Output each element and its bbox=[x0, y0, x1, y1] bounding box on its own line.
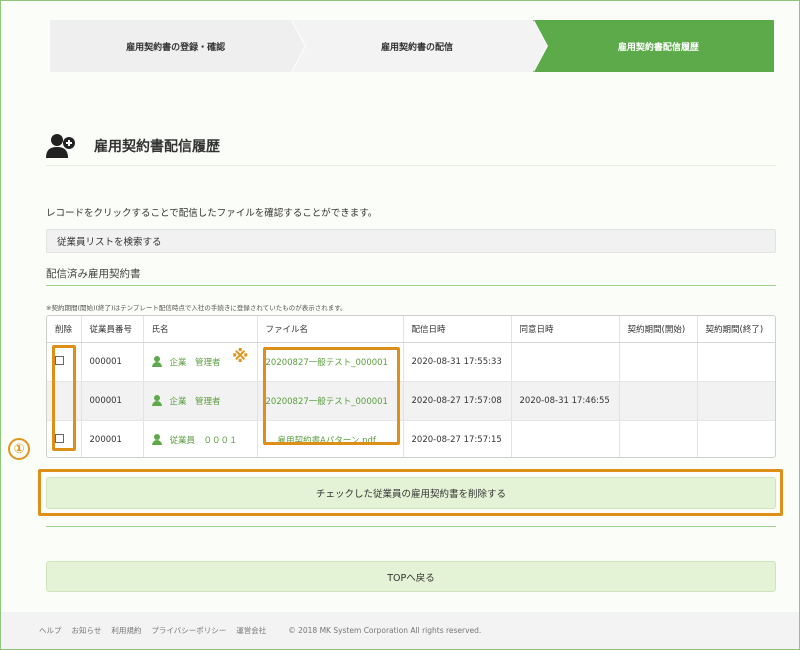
footer-link-privacy[interactable]: プライバシーポリシー bbox=[151, 625, 226, 636]
table-row[interactable]: 200001 従業員 ０００１ 雇用契約書Aパターン.pdf 2020-08-2… bbox=[47, 420, 775, 457]
footer-link-news[interactable]: お知らせ bbox=[72, 625, 102, 636]
person-icon bbox=[151, 356, 162, 367]
sent-datetime: 2020-08-31 17:55:33 bbox=[403, 342, 512, 382]
agreed-datetime bbox=[511, 342, 620, 382]
contract-end bbox=[697, 420, 775, 457]
copyright: © 2018 MK System Corporation All rights … bbox=[288, 626, 482, 635]
person-icon bbox=[151, 395, 162, 406]
contract-start bbox=[619, 381, 698, 421]
note-mark: ※ bbox=[232, 347, 249, 367]
employee-name: 企業 管理者 bbox=[169, 357, 221, 368]
section-title: 配信済み雇用契約書 bbox=[46, 266, 776, 286]
table-row[interactable]: 000001 企業 管理者 20200827一般テスト_000001 2020-… bbox=[47, 381, 775, 421]
employee-name: 従業員 ０００１ bbox=[169, 435, 238, 446]
contract-period-note: ※契約期間(開始)(終了)はテンプレート配信時点で入社の手続きに登録されていたも… bbox=[46, 304, 347, 312]
step-distribution-history[interactable]: 雇用契約書配信履歴 bbox=[532, 20, 774, 72]
contract-end bbox=[697, 381, 775, 421]
employee-name: 企業 管理者 bbox=[169, 396, 221, 407]
agreed-datetime bbox=[511, 420, 620, 457]
col-header-contract-start: 契約期間(開始) bbox=[619, 316, 698, 343]
step-register-confirm[interactable]: 雇用契約書の登録・確認 bbox=[50, 20, 307, 72]
person-icon bbox=[151, 434, 162, 446]
sent-datetime: 2020-08-27 17:57:15 bbox=[403, 420, 512, 457]
employee-number: 000001 bbox=[81, 342, 144, 382]
step-label: 雇用契約書の登録・確認 bbox=[126, 42, 226, 53]
employee-name-cell: 従業員 ０００１ bbox=[151, 434, 257, 446]
sent-datetime: 2020-08-27 17:57:08 bbox=[403, 381, 512, 421]
page-description: レコードをクリックすることで配信したファイルを確認することができます。 bbox=[46, 208, 378, 219]
back-to-top-button[interactable]: TOPへ戻る bbox=[46, 561, 776, 592]
table-row[interactable]: 000001 企業 管理者 20200827一般テスト_000001 2020-… bbox=[47, 342, 775, 382]
highlight-checkbox-column bbox=[52, 345, 76, 451]
contract-start bbox=[619, 420, 698, 457]
col-header-agreed-datetime: 同意日時 bbox=[511, 316, 620, 343]
table-header-row: 削除 従業員番号 氏名 ファイル名 配信日時 同意日時 契約期間(開始) 契約期… bbox=[47, 316, 775, 343]
add-user-icon bbox=[46, 132, 76, 160]
step-label: 雇用契約書配信履歴 bbox=[617, 42, 699, 53]
step-distribute[interactable]: 雇用契約書の配信 bbox=[291, 20, 548, 72]
footer-link-help[interactable]: ヘルプ bbox=[39, 625, 62, 636]
search-label: 従業員リストを検索する bbox=[57, 237, 162, 248]
footer: ヘルプ お知らせ 利用規約 プライバシーポリシー 運営会社 © 2018 MK … bbox=[1, 612, 799, 649]
distribution-history-table: 削除 従業員番号 氏名 ファイル名 配信日時 同意日時 契約期間(開始) 契約期… bbox=[46, 315, 776, 458]
contract-start bbox=[619, 342, 698, 382]
col-header-file-name: ファイル名 bbox=[257, 316, 404, 343]
step-number-marker: ① bbox=[8, 438, 30, 460]
page-title: 雇用契約書配信履歴 bbox=[94, 138, 220, 155]
agreed-datetime: 2020-08-31 17:46:55 bbox=[511, 381, 620, 421]
col-header-name: 氏名 bbox=[143, 316, 258, 343]
col-header-sent-datetime: 配信日時 bbox=[403, 316, 512, 343]
employee-search-toggle[interactable]: 従業員リストを検索する bbox=[46, 229, 776, 253]
col-header-delete: 削除 bbox=[47, 316, 82, 343]
page-header: 雇用契約書配信履歴 bbox=[46, 126, 776, 166]
employee-name-cell: 企業 管理者 bbox=[151, 395, 257, 407]
employee-number: 000001 bbox=[81, 381, 144, 421]
progress-stepper: 雇用契約書の登録・確認 雇用契約書の配信 雇用契約書配信履歴 bbox=[50, 20, 774, 72]
delete-checked-button[interactable]: チェックした従業員の雇用契約書を削除する bbox=[46, 477, 776, 509]
employee-number: 200001 bbox=[81, 420, 144, 457]
footer-link-terms[interactable]: 利用規約 bbox=[111, 625, 141, 636]
col-header-employee-number: 従業員番号 bbox=[81, 316, 144, 343]
highlight-file-column bbox=[263, 347, 400, 445]
step-label: 雇用契約書の配信 bbox=[380, 42, 453, 53]
col-header-contract-end: 契約期間(終了) bbox=[697, 316, 775, 343]
contract-end bbox=[697, 342, 775, 382]
divider bbox=[46, 526, 776, 527]
footer-link-company[interactable]: 運営会社 bbox=[236, 625, 266, 636]
